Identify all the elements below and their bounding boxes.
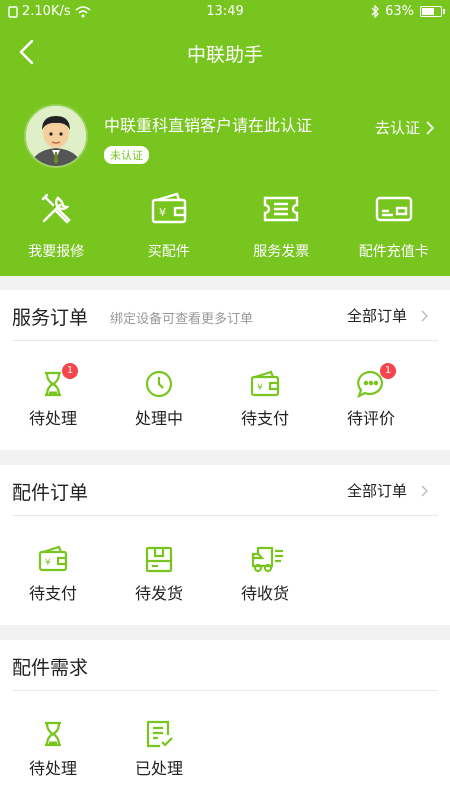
status-awaiting-payment[interactable]: ¥ 待支付 xyxy=(212,369,318,429)
quick-repair[interactable]: 我要报修 xyxy=(0,189,113,269)
status-label: 待支付 xyxy=(240,409,289,428)
ticket-icon xyxy=(264,196,299,222)
section-hint: 绑定设备可查看更多订单 xyxy=(110,312,254,327)
chevron-right-icon xyxy=(426,120,434,135)
status-awaiting-shipment[interactable]: 待发货 xyxy=(106,544,212,604)
svg-text:¥: ¥ xyxy=(45,558,51,568)
svg-text:¥: ¥ xyxy=(257,383,263,393)
status-label: 待支付 xyxy=(28,584,77,603)
status-label: 待评价 xyxy=(346,409,395,428)
status-label: 待收货 xyxy=(240,584,289,603)
wallet-icon: ¥ xyxy=(151,192,186,224)
all-parts-orders-link[interactable]: 全部订单 xyxy=(347,480,428,501)
header: 中联助手 中联重科直销客户请在此认证 未认证 去认证 我要报修 ¥ 买配件 服务… xyxy=(0,24,450,276)
section-title: 配件订单 xyxy=(12,482,89,504)
wallet-icon: ¥ xyxy=(250,370,280,397)
status-awaiting-payment[interactable]: ¥ 待支付 xyxy=(0,544,106,604)
all-service-orders-link[interactable]: 全部订单 xyxy=(347,305,428,326)
status-awaiting-review[interactable]: 1 待评价 xyxy=(318,363,424,429)
avatar-man-icon xyxy=(26,106,86,166)
battery-percent: 63% xyxy=(385,4,414,19)
status-pending[interactable]: 待处理 xyxy=(0,719,106,779)
verify-label: 去认证 xyxy=(374,119,420,137)
avatar xyxy=(24,104,88,168)
chevron-right-icon xyxy=(421,310,428,321)
battery-icon xyxy=(420,6,445,17)
profile-prompt: 中联重科直销客户请在此认证 xyxy=(104,116,313,135)
status-bar: 2.10K/s 13:49 63% xyxy=(0,0,450,24)
quick-action-label: 我要报修 xyxy=(28,244,85,260)
tools-icon xyxy=(42,193,71,224)
parts-orders-card: 配件订单 全部订单 ¥ 待支付 待发货 待收货 xyxy=(0,465,450,625)
quick-action-label: 买配件 xyxy=(147,244,190,260)
status-label: 待处理 xyxy=(28,759,77,778)
status-awaiting-receipt[interactable]: 待收货 xyxy=(212,544,318,604)
box-icon xyxy=(145,546,173,573)
clock-icon xyxy=(145,370,173,398)
chevron-right-icon xyxy=(421,485,428,496)
profile-section[interactable]: 中联重科直销客户请在此认证 未认证 去认证 xyxy=(24,104,434,170)
status-right: 63% xyxy=(371,4,445,19)
nav-bar: 中联助手 xyxy=(0,24,450,80)
status-processing[interactable]: 处理中 xyxy=(106,369,212,429)
svg-text:¥: ¥ xyxy=(159,206,166,219)
section-title: 配件需求 xyxy=(12,657,89,679)
parts-order-statuses: ¥ 待支付 待发货 待收货 xyxy=(0,516,450,604)
page-title: 中联助手 xyxy=(186,44,263,66)
parts-demand-card: 配件需求 待处理 已处理 xyxy=(0,640,450,800)
status-processed[interactable]: 已处理 xyxy=(106,719,212,779)
wallet-icon: ¥ xyxy=(38,545,68,572)
card-icon xyxy=(375,196,412,222)
verify-status-badge: 未认证 xyxy=(104,146,149,164)
status-label: 待处理 xyxy=(28,409,77,428)
notification-badge: 1 xyxy=(380,363,396,379)
status-label: 已处理 xyxy=(134,759,183,778)
hourglass-icon xyxy=(45,721,61,747)
truck-icon xyxy=(251,546,283,573)
bluetooth-icon xyxy=(371,5,380,18)
all-orders-label: 全部订单 xyxy=(346,482,407,500)
parts-demand-statuses: 待处理 已处理 xyxy=(0,691,450,779)
status-label: 待发货 xyxy=(134,584,183,603)
quick-buy-parts[interactable]: ¥ 买配件 xyxy=(113,189,226,269)
quick-actions: 我要报修 ¥ 买配件 服务发票 配件充值卡 xyxy=(0,189,450,269)
all-orders-label: 全部订单 xyxy=(346,307,407,325)
service-orders-header: 服务订单 绑定设备可查看更多订单 全部订单 xyxy=(12,290,438,341)
parts-orders-header: 配件订单 全部订单 xyxy=(12,465,438,516)
section-title: 服务订单 xyxy=(12,307,89,329)
quick-action-label: 服务发票 xyxy=(253,244,310,260)
service-order-statuses: 1 待处理 处理中 ¥ 待支付 1 待评价 xyxy=(0,341,450,429)
status-label: 处理中 xyxy=(134,409,183,428)
checklist-icon xyxy=(146,720,173,748)
quick-action-label: 配件充值卡 xyxy=(358,244,429,260)
status-pending[interactable]: 1 待处理 xyxy=(0,363,106,429)
notification-badge: 1 xyxy=(62,363,78,379)
service-orders-card: 服务订单 绑定设备可查看更多订单 全部订单 1 待处理 处理中 ¥ 待支付 1 … xyxy=(0,290,450,450)
verify-button[interactable]: 去认证 xyxy=(375,117,434,138)
parts-demand-header: 配件需求 xyxy=(12,640,438,691)
quick-invoice[interactable]: 服务发票 xyxy=(225,189,338,269)
quick-recharge-card[interactable]: 配件充值卡 xyxy=(338,189,450,269)
